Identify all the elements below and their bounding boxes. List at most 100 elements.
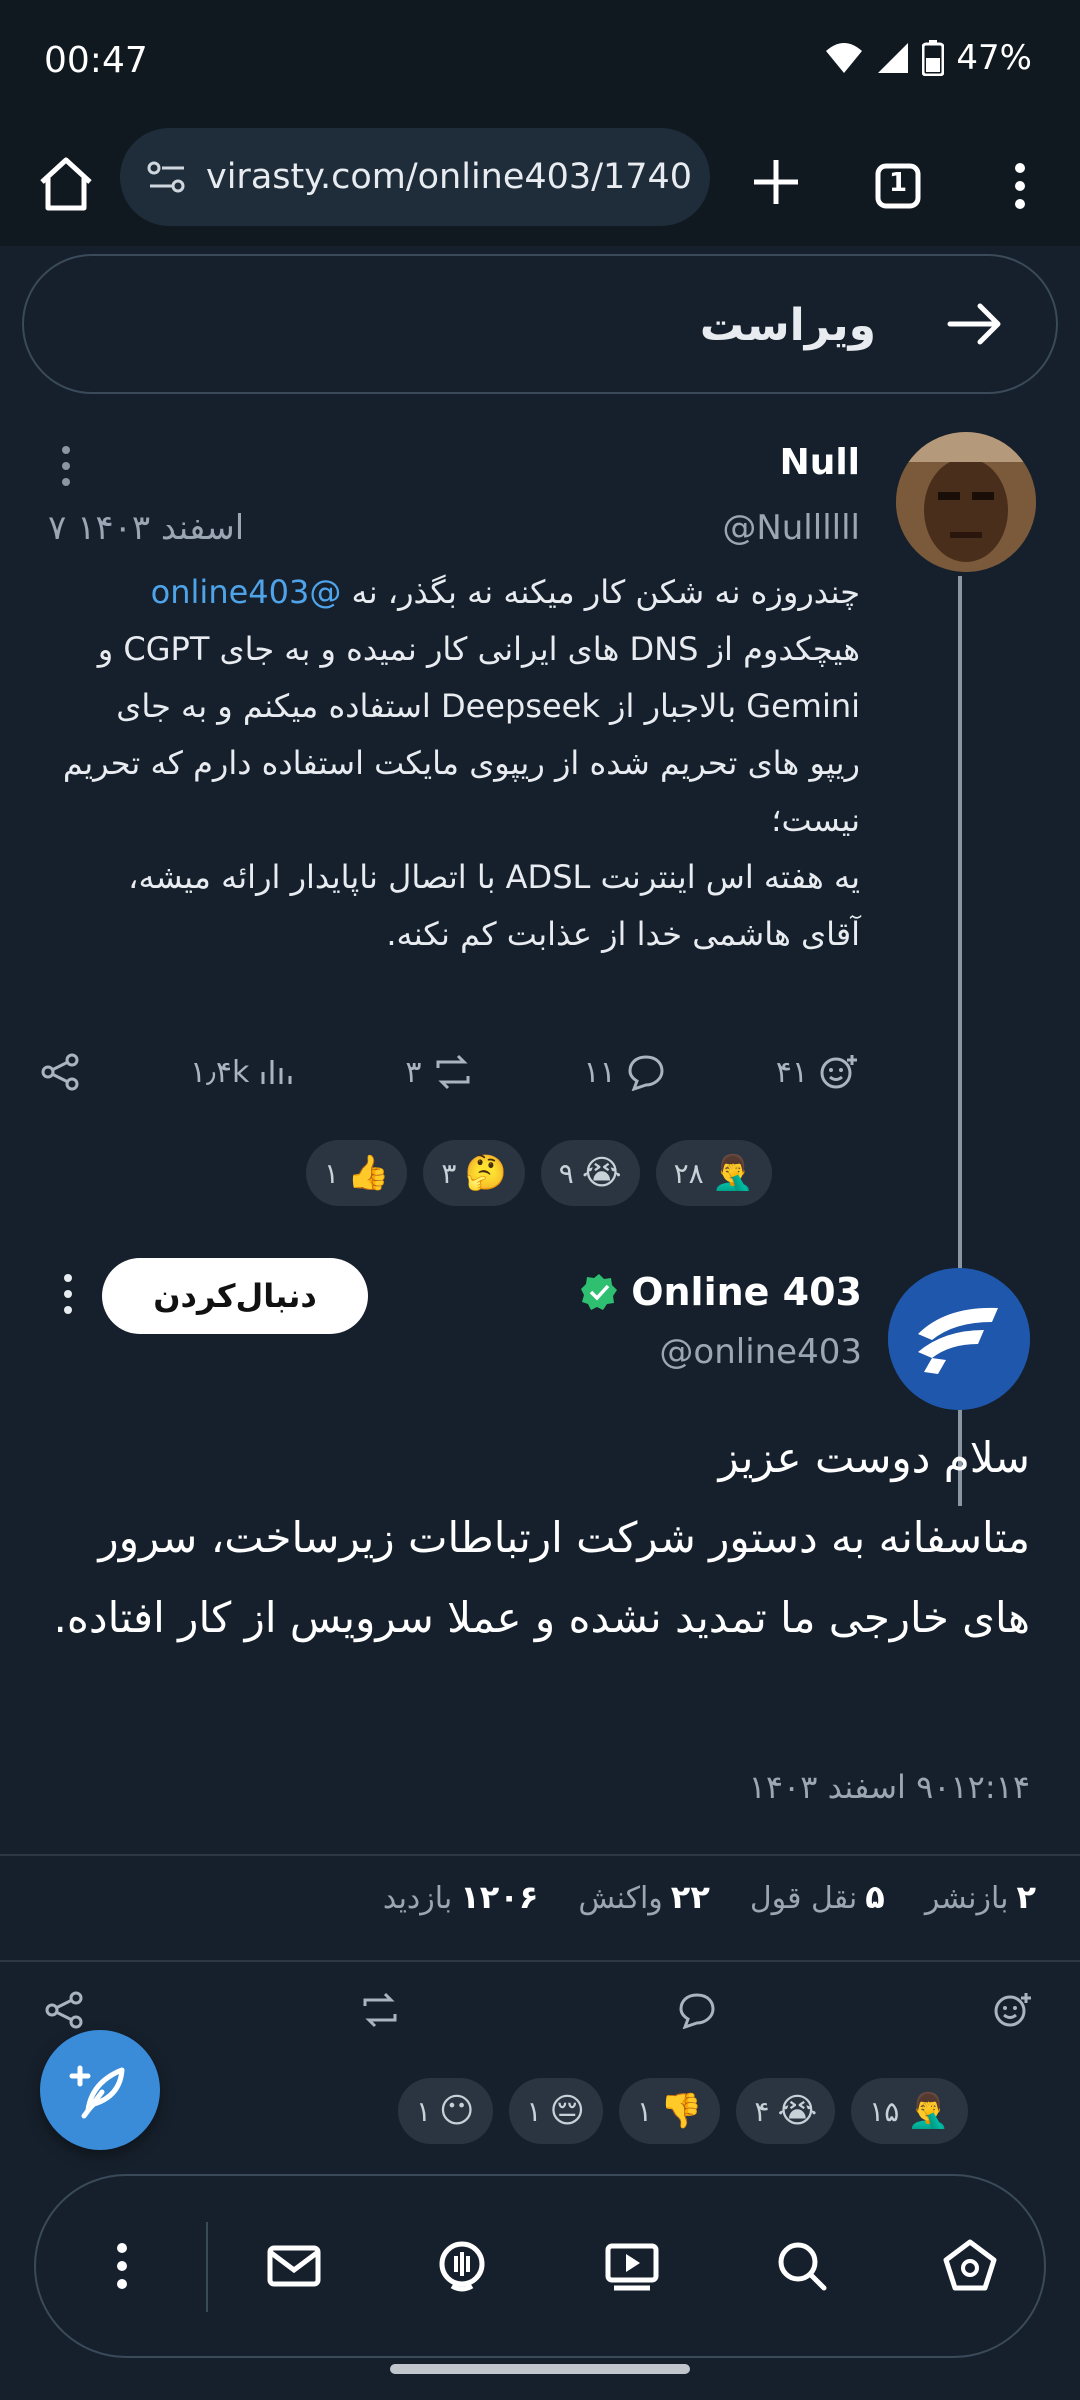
page-content: ویراست Null @Nullllll ۷ اسفند ۱۴۰۳ چندرو… [0,246,1080,2156]
stat-value: ۵ [865,1878,885,1916]
post-actions: ۱٫۴k ۳ ۱۱ ۴۱ [40,1042,860,1102]
stat-value: ۲۲ [670,1878,710,1916]
post-date: ۷ اسفند ۱۴۰۳ [48,508,245,548]
post-menu-icon[interactable] [56,1270,80,1318]
stat-label: واکنش [578,1881,663,1916]
author-handle[interactable]: @online403 [659,1332,862,1372]
facepalm-icon: 🤦‍♂️ [907,2091,950,2131]
address-bar[interactable]: virasty.com/online403/1740 [120,128,710,226]
stat-value: ۲ [1016,1878,1036,1916]
mail-icon[interactable] [258,2230,330,2302]
comment-icon[interactable] [677,1991,717,2029]
tab-count: 1 [888,168,908,198]
author-name[interactable]: Null [780,442,860,483]
compose-button[interactable] [40,2030,160,2150]
avatar[interactable] [888,1268,1030,1410]
crying-face-icon: 😭 [581,1153,622,1193]
feather-plus-icon [69,2065,125,2119]
stat-views: ۱۲۰۶بازدید [383,1878,539,1916]
home-pentagon-icon[interactable] [934,2230,1006,2302]
views-count[interactable]: ۱٫۴k [190,1055,295,1090]
author-name[interactable]: Online 403 [579,1270,862,1314]
share-icon[interactable] [40,1052,80,1092]
divider [0,1854,1080,1856]
post-body: چندروزه نه شکن کار میکنه نه بگذر، نه @on… [60,564,860,963]
post-text: چندروزه نه شکن کار میکنه نه بگذر، نه [341,573,860,611]
more-menu-icon[interactable] [86,2230,158,2302]
post-body: سلام دوست عزیز متاسفانه به دستور شرکت ار… [40,1418,1030,1658]
post-text: متاسفانه به دستور شرکت ارتباطات زیرساخت،… [53,1513,1030,1642]
stat-label: بازدید [382,1881,453,1916]
mention-link[interactable]: @online403 [151,573,342,611]
gesture-handle[interactable] [390,2364,690,2374]
nav-separator [206,2222,208,2312]
new-tab-icon[interactable] [740,146,812,218]
video-icon[interactable] [596,2230,668,2302]
reaction-chip[interactable]: ۳ 🤔 [423,1140,525,1206]
post-timestamp: ۹۰۱۲:۱۴ اسفند ۱۴۰۳ [748,1768,1030,1806]
reaction-button[interactable]: ۴۱ [776,1051,860,1093]
avatar[interactable] [896,432,1036,572]
chip-count: ۱ [637,2094,653,2128]
battery-icon [922,40,945,76]
reaction-chip[interactable]: ۱ 👍 [306,1140,408,1206]
thinking-face-icon: 🤔 [464,1153,507,1193]
chip-count: ۱ [324,1156,340,1190]
follow-button[interactable]: دنبال‌کردن [102,1258,368,1334]
blank-face-icon: 😶 [439,2091,475,2131]
search-icon[interactable] [766,2230,838,2302]
thumbs-up-icon: 👍 [347,1153,390,1193]
tab-switcher-button[interactable]: 1 [862,150,934,222]
reaction-count: ۴۱ [775,1054,808,1090]
comment-icon [628,1055,664,1091]
home-icon[interactable] [30,148,102,220]
chip-count: ۳ [441,1156,457,1190]
pensive-face-icon: 😔 [549,2091,585,2131]
repost-button[interactable]: ۳ [405,1054,473,1090]
chip-count: ۴ [754,2094,770,2128]
reaction-chip[interactable]: ۱ 😶 [398,2078,493,2144]
add-reaction-icon[interactable] [992,1989,1034,2031]
repost-icon[interactable] [359,1992,401,2028]
browser-toolbar: virasty.com/online403/1740 1 [0,128,1080,246]
back-arrow-icon[interactable] [942,292,1006,356]
stat-reposts[interactable]: ۲بازنشر [925,1878,1036,1916]
add-reaction-icon [820,1055,857,1089]
reaction-chip[interactable]: ۱ 😔 [508,2078,603,2144]
page-title: ویراست [699,300,876,351]
overflow-menu-icon[interactable] [990,150,1050,222]
post-actions [44,1980,1034,2040]
podcast-icon[interactable] [426,2230,498,2302]
reaction-chip[interactable]: ۱۵ 🤦‍♂️ [851,2078,968,2144]
views-icon [261,1060,292,1084]
status-time: 00:47 [44,40,148,81]
stat-reactions[interactable]: ۲۲واکنش [578,1878,709,1916]
repost-count: ۳ [405,1054,422,1090]
share-icon[interactable] [44,1990,84,2030]
author-name-text: Online 403 [631,1270,862,1314]
post-text: هیچکدوم از DNS های ایرانی کار نمیده و به… [62,630,860,839]
stat-label: نقل قول [749,1881,858,1916]
reaction-chip[interactable]: ۱ 👎 [619,2078,721,2144]
battery-percent: 47% [956,38,1032,78]
thumbs-down-icon: 👎 [660,2091,703,2131]
post-menu-icon[interactable] [54,442,78,490]
reaction-chip[interactable]: ۹ 😭 [540,1140,640,1206]
wifi-icon [826,43,863,73]
stat-label: بازنشر [924,1881,1009,1916]
reaction-chips: ۱ 👍 ۳ 🤔 ۹ 😭 ۲۸ 🤦‍♂️ [306,1140,772,1206]
stat-value: ۱۲۰۶ [460,1878,539,1916]
post-stats: ۲بازنشر ۵نقل قول ۲۲واکنش ۱۲۰۶بازدید [383,1878,1036,1916]
author-handle[interactable]: @Nullllll [722,508,860,548]
reply-button[interactable]: ۱۱ [584,1053,666,1091]
signal-icon [878,43,909,73]
stat-quotes[interactable]: ۵نقل قول [750,1878,885,1916]
url-text[interactable]: virasty.com/online403/1740 [206,157,706,197]
reply-count: ۱۱ [583,1054,616,1090]
reaction-chip[interactable]: ۴ 😭 [736,2078,836,2144]
views-value: ۱٫۴k [190,1054,250,1090]
site-settings-icon[interactable] [146,159,188,195]
reaction-chip[interactable]: ۲۸ 🤦‍♂️ [655,1140,772,1206]
post-text: سلام دوست عزیز [718,1433,1030,1482]
status-bar: 00:47 47% [0,0,1080,128]
